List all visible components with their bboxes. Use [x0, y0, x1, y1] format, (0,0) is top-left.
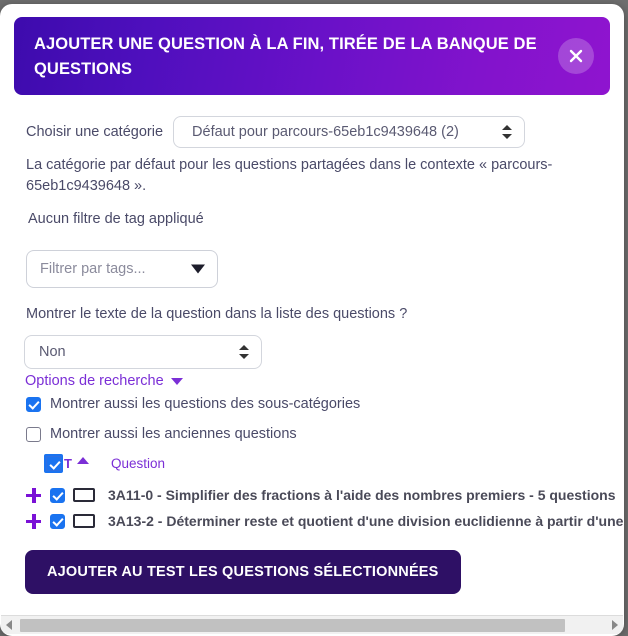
checkbox-subcategories-box[interactable] [26, 396, 41, 412]
search-options-label: Options de recherche [25, 373, 164, 389]
category-help-text: La catégorie par défaut pour les questio… [26, 157, 553, 194]
tag-filter-input[interactable]: Filtrer par tags... [26, 250, 218, 288]
chevron-down-icon[interactable] [191, 264, 205, 274]
plus-icon[interactable] [26, 487, 41, 503]
add-question-modal: AJOUTER UNE QUESTION À LA FIN, TIRÉE DE … [0, 4, 624, 636]
show-question-text-value: Non [39, 344, 66, 360]
category-selected-value: Défaut pour parcours-65eb1c9439648 (2) [192, 124, 459, 140]
category-row: Choisir une catégorie Défaut pour parcou… [26, 116, 526, 148]
category-label: Choisir une catégorie [26, 124, 164, 140]
show-question-text-label: Montrer le texte de la question dans la … [26, 306, 408, 322]
scrollbar-thumb[interactable] [20, 619, 565, 632]
arrow-right-icon[interactable] [612, 620, 618, 630]
category-select[interactable]: Défaut pour parcours-65eb1c9439648 (2) [173, 116, 526, 148]
question-table-header: T Question [44, 454, 165, 473]
column-header-question[interactable]: Question [111, 456, 165, 471]
checkbox-old-questions-label: Montrer aussi les anciennes questions [50, 426, 297, 442]
close-icon[interactable] [558, 38, 594, 74]
checkbox-subcategories[interactable]: Montrer aussi les questions des sous-cat… [26, 396, 360, 412]
checkbox-old-questions[interactable]: Montrer aussi les anciennes questions [26, 426, 297, 442]
caret-down-icon [170, 377, 183, 385]
row-checkbox[interactable] [50, 513, 65, 529]
question-title[interactable]: 3A13-2 - Déterminer reste et quotient d'… [108, 513, 624, 529]
row-checkbox[interactable] [50, 487, 65, 503]
table-row: 3A13-2 - Déterminer reste et quotient d'… [26, 513, 624, 529]
stepper-icon [502, 124, 513, 140]
modal-title: AJOUTER UNE QUESTION À LA FIN, TIRÉE DE … [34, 35, 537, 78]
sort-ascending-icon[interactable] [76, 457, 89, 464]
select-all-checkbox[interactable] [44, 454, 63, 473]
select-all-box [47, 457, 60, 470]
table-row: 3A11-0 - Simplifier des fractions à l'ai… [26, 487, 616, 503]
add-selected-questions-button[interactable]: AJOUTER AU TEST LES QUESTIONS SÉLECTIONN… [25, 550, 461, 594]
checkbox-old-questions-box[interactable] [26, 426, 41, 442]
modal-header: AJOUTER UNE QUESTION À LA FIN, TIRÉE DE … [14, 17, 610, 95]
show-question-text-select[interactable]: Non [24, 335, 262, 369]
question-type-icon [73, 488, 95, 502]
arrow-left-icon[interactable] [6, 620, 12, 630]
tag-filter-placeholder: Filtrer par tags... [40, 261, 146, 277]
search-options-toggle[interactable]: Options de recherche [25, 373, 183, 389]
question-title[interactable]: 3A11-0 - Simplifier des fractions à l'ai… [108, 487, 616, 503]
close-glyph [569, 49, 583, 63]
checkbox-subcategories-label: Montrer aussi les questions des sous-cat… [50, 396, 361, 412]
question-type-icon [73, 514, 95, 528]
horizontal-scrollbar[interactable] [1, 615, 623, 634]
column-header-t[interactable]: T [64, 456, 72, 471]
stepper-icon [239, 344, 249, 360]
plus-icon[interactable] [26, 513, 41, 529]
tag-filter-status: Aucun filtre de tag appliqué [28, 211, 204, 227]
